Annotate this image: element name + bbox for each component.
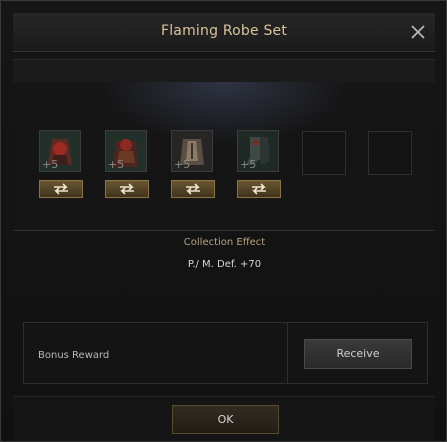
collection-effect-value: P./ M. Def. +70 bbox=[187, 259, 262, 270]
items-panel: +5 +5 +5 +5 bbox=[13, 82, 435, 231]
item-slot[interactable]: +5 bbox=[171, 130, 213, 172]
divider bbox=[287, 323, 288, 383]
item-slot[interactable]: +5 bbox=[39, 130, 81, 172]
title-bar: Flaming Robe Set bbox=[13, 13, 435, 52]
swap-arrows-icon bbox=[120, 183, 134, 195]
swap-arrows-icon bbox=[252, 183, 266, 195]
swap-arrows-icon bbox=[186, 183, 200, 195]
swap-button[interactable] bbox=[237, 180, 281, 198]
enhancement-level: +5 bbox=[174, 158, 191, 171]
item-slot[interactable]: +5 bbox=[237, 130, 279, 172]
ok-button[interactable]: OK bbox=[172, 405, 279, 434]
item-slot[interactable]: +5 bbox=[105, 130, 147, 172]
bonus-reward-box: Bonus Reward Receive bbox=[23, 322, 428, 384]
empty-item-slot[interactable] bbox=[368, 131, 412, 175]
collection-dialog: Flaming Robe Set +5 +5 +5 +5 Collection … bbox=[0, 0, 447, 442]
subheader-band bbox=[13, 59, 435, 83]
enhancement-level: +5 bbox=[108, 158, 125, 171]
close-icon[interactable] bbox=[407, 21, 429, 43]
dialog-title: Flaming Robe Set bbox=[160, 23, 288, 39]
receive-button[interactable]: Receive bbox=[304, 339, 412, 369]
swap-button[interactable] bbox=[39, 180, 83, 198]
empty-item-slot[interactable] bbox=[302, 131, 346, 175]
swap-button[interactable] bbox=[105, 180, 149, 198]
swap-arrows-icon bbox=[54, 183, 68, 195]
swap-button[interactable] bbox=[171, 180, 215, 198]
enhancement-level: +5 bbox=[42, 158, 59, 171]
collection-effect-title: Collection Effect bbox=[183, 237, 266, 248]
enhancement-level: +5 bbox=[240, 158, 257, 171]
dialog-footer: OK bbox=[13, 396, 435, 441]
bonus-reward-label: Bonus Reward bbox=[38, 350, 110, 361]
